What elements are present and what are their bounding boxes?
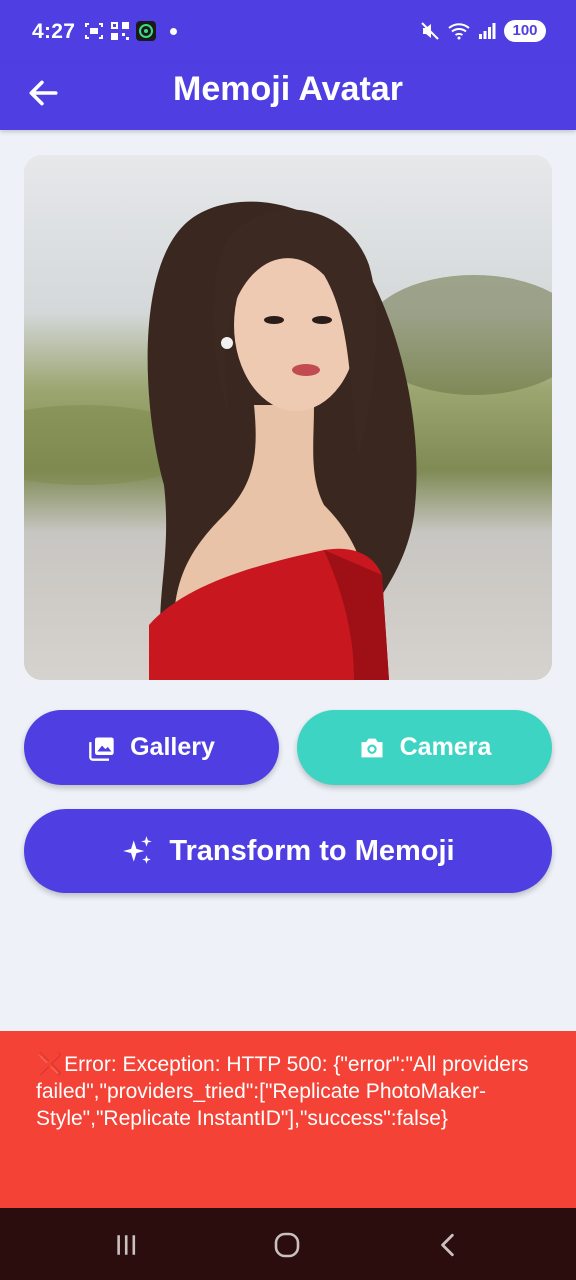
notification-dot xyxy=(170,27,177,35)
gallery-button[interactable]: Gallery xyxy=(24,710,279,785)
page-title: Memoji Avatar xyxy=(173,70,403,108)
error-message: Error: Exception: HTTP 500: {"error":"Al… xyxy=(36,1053,529,1130)
camera-icon xyxy=(358,734,386,762)
back-icon xyxy=(441,1233,454,1257)
status-left-icons xyxy=(84,20,177,42)
portrait-image xyxy=(24,155,552,680)
error-text: ❌Error: Exception: HTTP 500: {"error":"A… xyxy=(36,1051,548,1132)
image-icon xyxy=(88,734,116,762)
error-banner: ❌Error: Exception: HTTP 500: {"error":"A… xyxy=(0,1031,576,1208)
app-icon xyxy=(136,21,156,41)
app-bar: Memoji Avatar xyxy=(0,64,576,130)
nav-back-button[interactable] xyxy=(428,1230,468,1260)
navigation-bar xyxy=(0,1208,576,1280)
qr-code-icon xyxy=(111,22,129,40)
home-button[interactable] xyxy=(267,1230,307,1260)
selected-photo xyxy=(24,155,552,680)
transform-button[interactable]: Transform to Memoji xyxy=(24,809,552,893)
signal-icon xyxy=(479,23,496,39)
mute-icon xyxy=(421,22,439,40)
status-bar: 4:27 100 xyxy=(0,0,576,64)
recent-apps-button[interactable] xyxy=(106,1230,146,1260)
transform-button-label: Transform to Memoji xyxy=(169,834,455,867)
status-time: 4:27 xyxy=(32,20,76,43)
camera-button[interactable]: Camera xyxy=(297,710,552,785)
home-icon xyxy=(274,1232,300,1258)
error-x-icon: ❌ xyxy=(36,1053,63,1076)
recent-apps-icon xyxy=(117,1235,136,1255)
sparkles-icon xyxy=(121,834,155,868)
wifi-icon xyxy=(448,23,470,40)
screenshot-icon xyxy=(85,23,103,39)
status-right-icons: 100 xyxy=(420,20,546,42)
gallery-button-label: Gallery xyxy=(130,733,215,761)
camera-button-label: Camera xyxy=(399,733,492,761)
battery-icon: 100 xyxy=(504,20,546,42)
